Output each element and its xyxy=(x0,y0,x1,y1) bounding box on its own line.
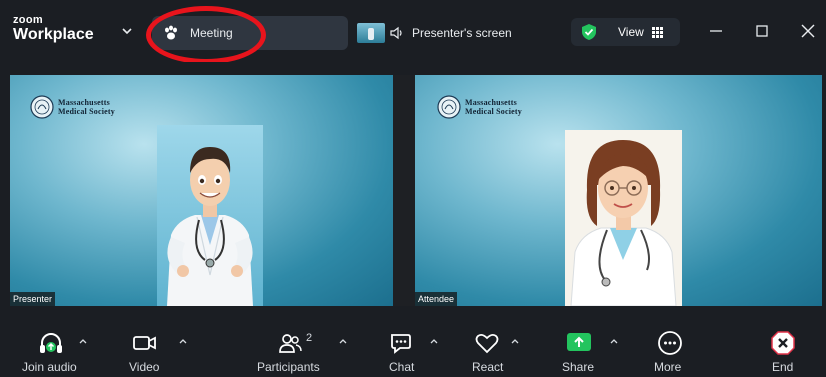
logo-zoom-text: zoom xyxy=(13,14,43,26)
title-bar: zoom Workplace Meeting Presenter's scree… xyxy=(0,0,826,64)
chevron-up-icon[interactable] xyxy=(338,337,348,345)
presenter-screen-indicator[interactable]: Presenter's screen xyxy=(357,20,512,46)
minimize-icon[interactable] xyxy=(705,20,727,42)
chevron-up-icon[interactable] xyxy=(78,337,88,345)
org-name-line1: Massachusetts xyxy=(465,98,517,107)
share-label: Share xyxy=(562,360,595,374)
presenter-avatar xyxy=(157,125,263,306)
end-meeting-button[interactable]: End xyxy=(768,312,798,377)
view-button[interactable]: View xyxy=(571,18,680,46)
female-doctor-illustration xyxy=(570,140,677,306)
view-label: View xyxy=(618,25,644,39)
video-label: Video xyxy=(129,360,160,374)
share-screen-icon xyxy=(567,333,591,351)
end-label: End xyxy=(772,360,794,374)
screen-thumbnail xyxy=(357,23,385,43)
org-name-line2: Medical Society xyxy=(58,107,115,116)
more-icon xyxy=(658,331,682,355)
chevron-up-icon[interactable] xyxy=(609,337,619,345)
org-name-line1: Massachusetts xyxy=(58,98,110,107)
video-camera-icon xyxy=(133,336,156,350)
participants-count: 2 xyxy=(306,332,313,344)
org-name-line2: Medical Society xyxy=(465,107,522,116)
chevron-up-icon[interactable] xyxy=(178,337,188,345)
meeting-label: Meeting xyxy=(190,26,233,40)
zoom-workplace-logo: zoom Workplace xyxy=(13,15,94,43)
meeting-toolbar: Join audio Video 2 Participants Chat Rea… xyxy=(0,312,826,377)
participants-button[interactable]: 2 Participants xyxy=(255,312,327,377)
tile-divider xyxy=(393,75,415,306)
chat-button[interactable]: Chat xyxy=(386,312,418,377)
headphones-icon xyxy=(40,333,62,353)
grid-icon xyxy=(652,27,663,38)
close-icon[interactable] xyxy=(797,20,819,42)
attendee-avatar xyxy=(565,130,682,306)
maximize-icon[interactable] xyxy=(751,20,773,42)
chat-label: Chat xyxy=(389,360,415,374)
heart-icon xyxy=(475,333,499,354)
react-label: React xyxy=(472,360,504,374)
meeting-menu-button[interactable]: Meeting xyxy=(152,16,348,50)
shield-check-icon[interactable] xyxy=(580,23,598,41)
male-doctor-illustration xyxy=(167,147,253,306)
chevron-down-icon[interactable] xyxy=(121,26,133,36)
paw-icon xyxy=(165,25,177,40)
org-logo: Massachusetts Medical Society xyxy=(437,95,522,119)
logo-workplace-text: Workplace xyxy=(13,26,94,43)
video-stage: Massachusetts Medical Society Presenter … xyxy=(0,62,826,312)
share-button[interactable]: Share xyxy=(560,312,598,377)
join-audio-label: Join audio xyxy=(22,360,77,374)
speaker-icon[interactable] xyxy=(389,25,405,41)
chevron-up-icon[interactable] xyxy=(429,337,439,345)
more-label: More xyxy=(654,360,682,374)
seal-icon xyxy=(437,95,461,119)
video-tile-presenter[interactable]: Massachusetts Medical Society Presenter xyxy=(10,75,393,306)
react-button[interactable]: React xyxy=(470,312,506,377)
presenter-screen-label: Presenter's screen xyxy=(412,26,512,40)
video-button[interactable]: Video xyxy=(126,312,166,377)
participants-label: Participants xyxy=(257,360,320,374)
participant-name-tag: Presenter xyxy=(10,292,56,306)
more-button[interactable]: More xyxy=(652,312,688,377)
seal-icon xyxy=(30,95,54,119)
participant-name-tag: Attendee xyxy=(415,292,458,306)
end-icon xyxy=(771,331,795,355)
video-tile-attendee[interactable]: Massachusetts Medical Society Attendee xyxy=(415,75,822,306)
chevron-up-icon[interactable] xyxy=(510,337,520,345)
org-logo: Massachusetts Medical Society xyxy=(30,95,115,119)
chat-icon xyxy=(391,334,411,354)
participants-icon xyxy=(279,334,302,353)
